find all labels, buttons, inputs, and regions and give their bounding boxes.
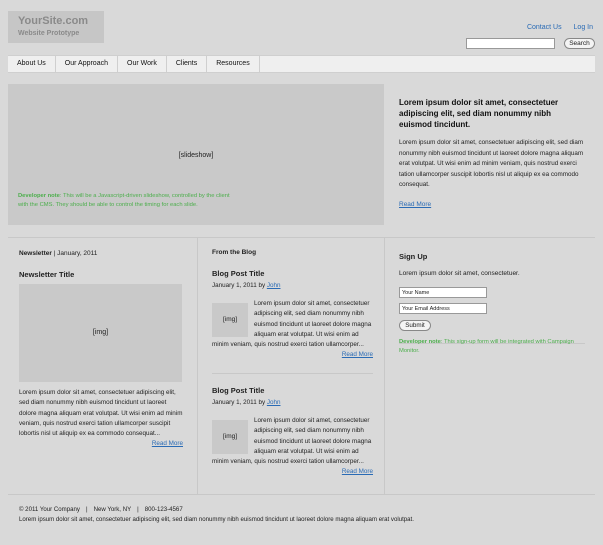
footer: © 2011 Your Company | New York, NY | 800-123… <box>19 505 579 524</box>
newsletter-title[interactable]: Newsletter Title <box>19 270 183 279</box>
logo-subtitle: Website Prototype <box>18 30 80 37</box>
nav-item-our-work[interactable]: Our Work <box>118 56 167 72</box>
footer-location: New York, NY <box>93 506 132 513</box>
footer-phone: 800-123-4567 <box>144 506 183 513</box>
blog-post-read-more-link[interactable]: Read More <box>342 350 373 360</box>
newsletter-heading: Newsletter | January, 2011 <box>19 249 183 258</box>
utility-links: Contact Us Log In <box>517 24 593 31</box>
column-divider <box>197 238 198 494</box>
footer-divider <box>8 494 595 495</box>
newsletter-body-text: Lorem ipsum dolor sit amet, consectetuer… <box>19 389 183 438</box>
signup-title: Sign Up <box>399 252 428 261</box>
hero-body: Lorem ipsum dolor sit amet, consectetuer… <box>399 139 584 188</box>
developer-note-label: Developer note <box>399 339 441 345</box>
site-logo[interactable]: YourSite.com Website Prototype <box>8 11 104 43</box>
newsletter-date: | January, 2011 <box>51 250 98 257</box>
blog-post-image-placeholder: [img] <box>212 303 248 337</box>
signup-developer-note: Developer note: This sign-up form will b… <box>399 338 585 356</box>
footer-contact-line: © 2011 Your Company | New York, NY | 800-123… <box>19 505 579 515</box>
blog-post-author-link[interactable]: John <box>267 282 281 289</box>
log-in-link[interactable]: Log In <box>574 24 593 31</box>
slideshow-placeholder[interactable]: [slideshow] Developer note: This will be… <box>8 84 384 225</box>
blog-post-image-placeholder: [img] <box>212 420 248 454</box>
nav-item-our-approach[interactable]: Our Approach <box>56 56 118 72</box>
contact-us-link[interactable]: Contact Us <box>527 24 562 31</box>
blog-post-body: [img] Lorem ipsum dolor sit amet, consec… <box>212 416 373 475</box>
newsletter-label: Newsletter <box>19 250 52 257</box>
blog-post-title[interactable]: Blog Post Title <box>212 386 373 395</box>
blog-heading: From the Blog <box>212 249 257 256</box>
blog-column: From the Blog Blog Post Title January 1,… <box>212 249 373 475</box>
nav-item-about-us[interactable]: About Us <box>8 56 56 72</box>
search-button[interactable]: Search <box>564 38 595 49</box>
section-divider <box>8 237 595 238</box>
search-input[interactable] <box>466 38 555 49</box>
hero-title: Lorem ipsum dolor sit amet, consectetuer… <box>399 98 559 129</box>
newsletter-image-placeholder: [img] <box>19 284 182 382</box>
email-field[interactable] <box>399 303 487 314</box>
footer-separator: | <box>137 506 139 513</box>
newsletter-column: Newsletter | January, 2011 Newsletter Ti… <box>19 249 183 450</box>
submit-button[interactable]: Submit <box>399 320 431 331</box>
signup-column: Sign Up Lorem ipsum dolor sit amet, cons… <box>399 252 585 356</box>
column-divider <box>384 238 385 494</box>
hero-text: Lorem ipsum dolor sit amet, consectetuer… <box>399 97 585 208</box>
blog-post: Blog Post Title January 1, 2011 by John … <box>212 386 373 478</box>
hero-read-more-link[interactable]: Read More <box>399 201 585 208</box>
newsletter-body: Lorem ipsum dolor sit amet, consectetuer… <box>19 388 183 447</box>
nav-item-resources[interactable]: Resources <box>207 56 260 72</box>
footer-separator: | <box>85 506 88 513</box>
blog-post-read-more-link[interactable]: Read More <box>342 467 373 477</box>
footer-text: Lorem ipsum dolor sit amet, consectetuer… <box>19 515 414 523</box>
main-nav: About Us Our Approach Our Work Clients R… <box>8 55 595 73</box>
newsletter-read-more-link[interactable]: Read More <box>152 439 183 449</box>
blog-post-divider <box>212 373 373 374</box>
blog-post-date: January 1, 2011 by <box>212 399 267 406</box>
footer-copyright: © 2011 Your Company <box>19 506 80 513</box>
blog-post-date: January 1, 2011 by <box>212 282 267 289</box>
nav-item-clients[interactable]: Clients <box>167 56 208 72</box>
blog-post-meta: January 1, 2011 by John <box>212 399 373 406</box>
blog-post-author-link[interactable]: John <box>267 399 281 406</box>
logo-name: YourSite.com <box>18 15 89 27</box>
blog-post-body: [img] Lorem ipsum dolor sit amet, consec… <box>212 299 373 358</box>
developer-note-label: Developer note <box>18 193 60 199</box>
blog-post: Blog Post Title January 1, 2011 by John … <box>212 269 373 358</box>
slideshow-developer-note: Developer note: This will be a Javascrip… <box>18 192 230 210</box>
name-field[interactable] <box>399 287 487 298</box>
slideshow-label: [slideshow] <box>178 152 214 159</box>
blog-post-meta: January 1, 2011 by John <box>212 282 373 289</box>
blog-post-title[interactable]: Blog Post Title <box>212 269 373 278</box>
signup-text: Lorem ipsum dolor sit amet, consectetuer… <box>399 270 520 277</box>
